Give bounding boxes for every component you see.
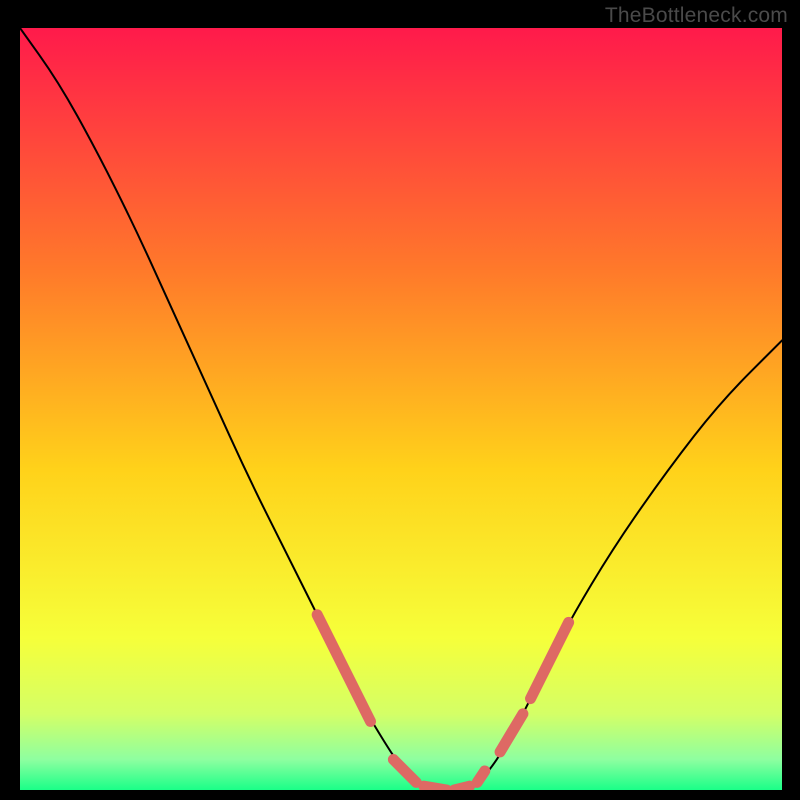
highlight-segment — [424, 786, 447, 790]
chart-stage: TheBottleneck.com — [0, 0, 800, 800]
highlight-segment — [454, 786, 469, 790]
gradient-background — [20, 28, 782, 790]
highlight-segment — [477, 771, 485, 782]
plot-svg — [20, 28, 782, 790]
watermark-text: TheBottleneck.com — [605, 4, 788, 28]
plot-area — [20, 28, 782, 790]
